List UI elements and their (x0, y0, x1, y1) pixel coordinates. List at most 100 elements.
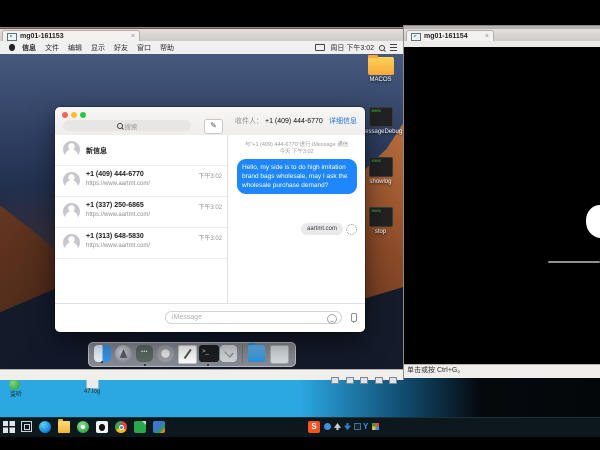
vm-status-bar-right: 单击或按 Ctrl+G。 (404, 364, 600, 378)
avatar (63, 203, 80, 220)
vm-device-icons (329, 371, 397, 389)
messages-dock-icon[interactable]: ••• (136, 345, 153, 362)
running-indicator (144, 364, 146, 366)
launchpad-icon[interactable] (115, 345, 132, 362)
vmware-icon[interactable] (153, 421, 165, 433)
script-icon: exec (369, 207, 393, 227)
menu-item[interactable]: 编辑 (68, 43, 82, 53)
conversation-time: 下午3:02 (198, 233, 222, 242)
exec-badge: exec (370, 108, 392, 114)
chat-notice: 与"+1 (409) 444-6770"进行 iMessage 通信 (228, 142, 365, 149)
avatar (63, 172, 80, 189)
menu-item[interactable]: 信息 (22, 43, 36, 53)
menu-item[interactable]: 文件 (45, 43, 59, 53)
conversation-list: 新信息 +1 (409) 444-6770 下午3:02 https://www… (55, 135, 228, 304)
downloads-folder-icon[interactable] (248, 345, 265, 362)
wps-icon[interactable] (134, 421, 146, 433)
system-preferences-icon[interactable] (157, 345, 174, 362)
conversation-row[interactable]: +1 (313) 648-5830 下午3:02 https://www.aar… (55, 228, 227, 259)
desktop-icon-macos[interactable]: MACOS (358, 57, 403, 107)
task-view-icon[interactable] (21, 421, 32, 432)
message-input[interactable]: iMessage (165, 311, 342, 324)
exec-badge: exec (370, 158, 392, 164)
tray-color-grid-icon[interactable] (372, 423, 379, 430)
messages-toolbar: 搜索 ✎ 收件人： +1 (409) 444-6770 详细信息 (55, 107, 365, 136)
conversation-name: +1 (409) 444-6770 (86, 171, 144, 178)
conversation-row[interactable]: +1 (337) 250-6865 下午3:02 https://www.aar… (55, 197, 227, 228)
desktop-icon-label: 47.log (78, 389, 106, 396)
vm-tab-bar: mg01-161153 × (0, 29, 403, 41)
menubar-clock[interactable]: 周日 下午3:02 (330, 43, 374, 53)
conversation-preview: https://www.aartmt.com/ (86, 243, 150, 249)
menu-item[interactable]: 好友 (114, 43, 128, 53)
vm-status-bar-left (0, 369, 403, 380)
minimize-window-button[interactable] (71, 112, 77, 118)
close-tab-icon[interactable]: × (131, 33, 135, 40)
details-link[interactable]: 详细信息 (329, 107, 357, 135)
recipient-label: 收件人： (235, 116, 263, 126)
conversation-preview: https://www.aartmt.com/ (86, 181, 150, 187)
textedit-icon[interactable] (178, 345, 197, 364)
zoom-window-button[interactable] (80, 112, 86, 118)
green-app-desktop-icon[interactable] (9, 379, 20, 390)
search-input[interactable]: 搜索 (63, 120, 191, 131)
conversation-preview: https://www.aartmt.com/ (86, 212, 150, 218)
link-preview-row: aartmt.com (301, 223, 357, 235)
link-preview-bubble[interactable]: aartmt.com (301, 223, 343, 235)
search-placeholder: 搜索 (125, 121, 138, 131)
vm-poweron-icon (411, 33, 421, 41)
message-input-bar: iMessage (55, 303, 365, 332)
installer-icon[interactable] (220, 345, 237, 362)
network-adapter-icon[interactable] (360, 377, 368, 384)
conversation-row[interactable]: +1 (409) 444-6770 下午3:02 https://www.aar… (55, 166, 227, 197)
spotlight-search-icon[interactable] (379, 45, 385, 51)
tray-dark-box-icon[interactable] (354, 423, 361, 430)
menu-item[interactable]: 显示 (91, 43, 105, 53)
security-app-icon[interactable] (77, 421, 89, 433)
windows-desktop: 监听 47.log (0, 377, 600, 417)
conversation-row[interactable]: 新信息 (55, 135, 227, 166)
hdd-icon[interactable] (331, 377, 339, 384)
cdrom-icon[interactable] (346, 377, 354, 384)
compose-button[interactable]: ✎ (204, 119, 223, 134)
menu-item[interactable]: 窗口 (137, 43, 151, 53)
sogou-input-icon[interactable]: S (308, 421, 320, 433)
avatar (63, 141, 80, 158)
folder-icon (368, 57, 394, 75)
tray-y-app-icon[interactable]: Y (363, 423, 370, 430)
chrome-icon[interactable] (115, 421, 127, 433)
menu-item[interactable]: 帮助 (160, 43, 174, 53)
emoji-icon[interactable] (327, 314, 337, 324)
display-device-icon[interactable] (389, 377, 397, 384)
usb-icon[interactable] (375, 377, 383, 384)
display-status-icon[interactable] (315, 44, 325, 51)
start-button-icon[interactable] (3, 421, 15, 433)
outgoing-message-bubble: Hello, my side is to do high imitation b… (237, 159, 357, 194)
recipient-value[interactable]: +1 (409) 444-6770 (265, 118, 323, 125)
file-explorer-icon[interactable] (58, 421, 70, 433)
macos-dock: ••• >_ (88, 342, 296, 367)
tray-up-arrow-icon[interactable] (334, 423, 341, 430)
desktop-icon-label: MACOS (358, 77, 403, 83)
finder-icon[interactable] (94, 345, 111, 362)
apple-menu-icon[interactable] (9, 44, 15, 51)
apple-tool-icon[interactable] (96, 421, 108, 433)
macos-screen: 信息 文件 编辑 显示 好友 窗口 帮助 周日 下午3:02 MACOS exe… (0, 41, 403, 369)
tray-download-icon[interactable] (344, 423, 351, 430)
vm-poweron-icon (7, 33, 17, 41)
notification-center-icon[interactable] (390, 44, 397, 51)
vm-tab-title: mg01-161154 (424, 33, 468, 40)
close-tab-icon[interactable]: × (485, 33, 489, 40)
trash-icon[interactable] (270, 345, 289, 364)
conversation-name: +1 (313) 648-5830 (86, 233, 144, 240)
close-window-button[interactable] (62, 112, 68, 118)
edge-icon[interactable] (39, 421, 51, 433)
terminal-icon[interactable]: >_ (199, 345, 219, 362)
microphone-icon[interactable] (351, 313, 357, 322)
tray-blue-dot-icon[interactable] (324, 423, 331, 430)
recipient-row: 收件人： +1 (409) 444-6770 (235, 107, 323, 135)
chat-timestamp: 今天 下午3:02 (228, 149, 365, 156)
search-icon (117, 123, 123, 129)
avatar (63, 234, 80, 251)
apple-logo (586, 205, 600, 238)
